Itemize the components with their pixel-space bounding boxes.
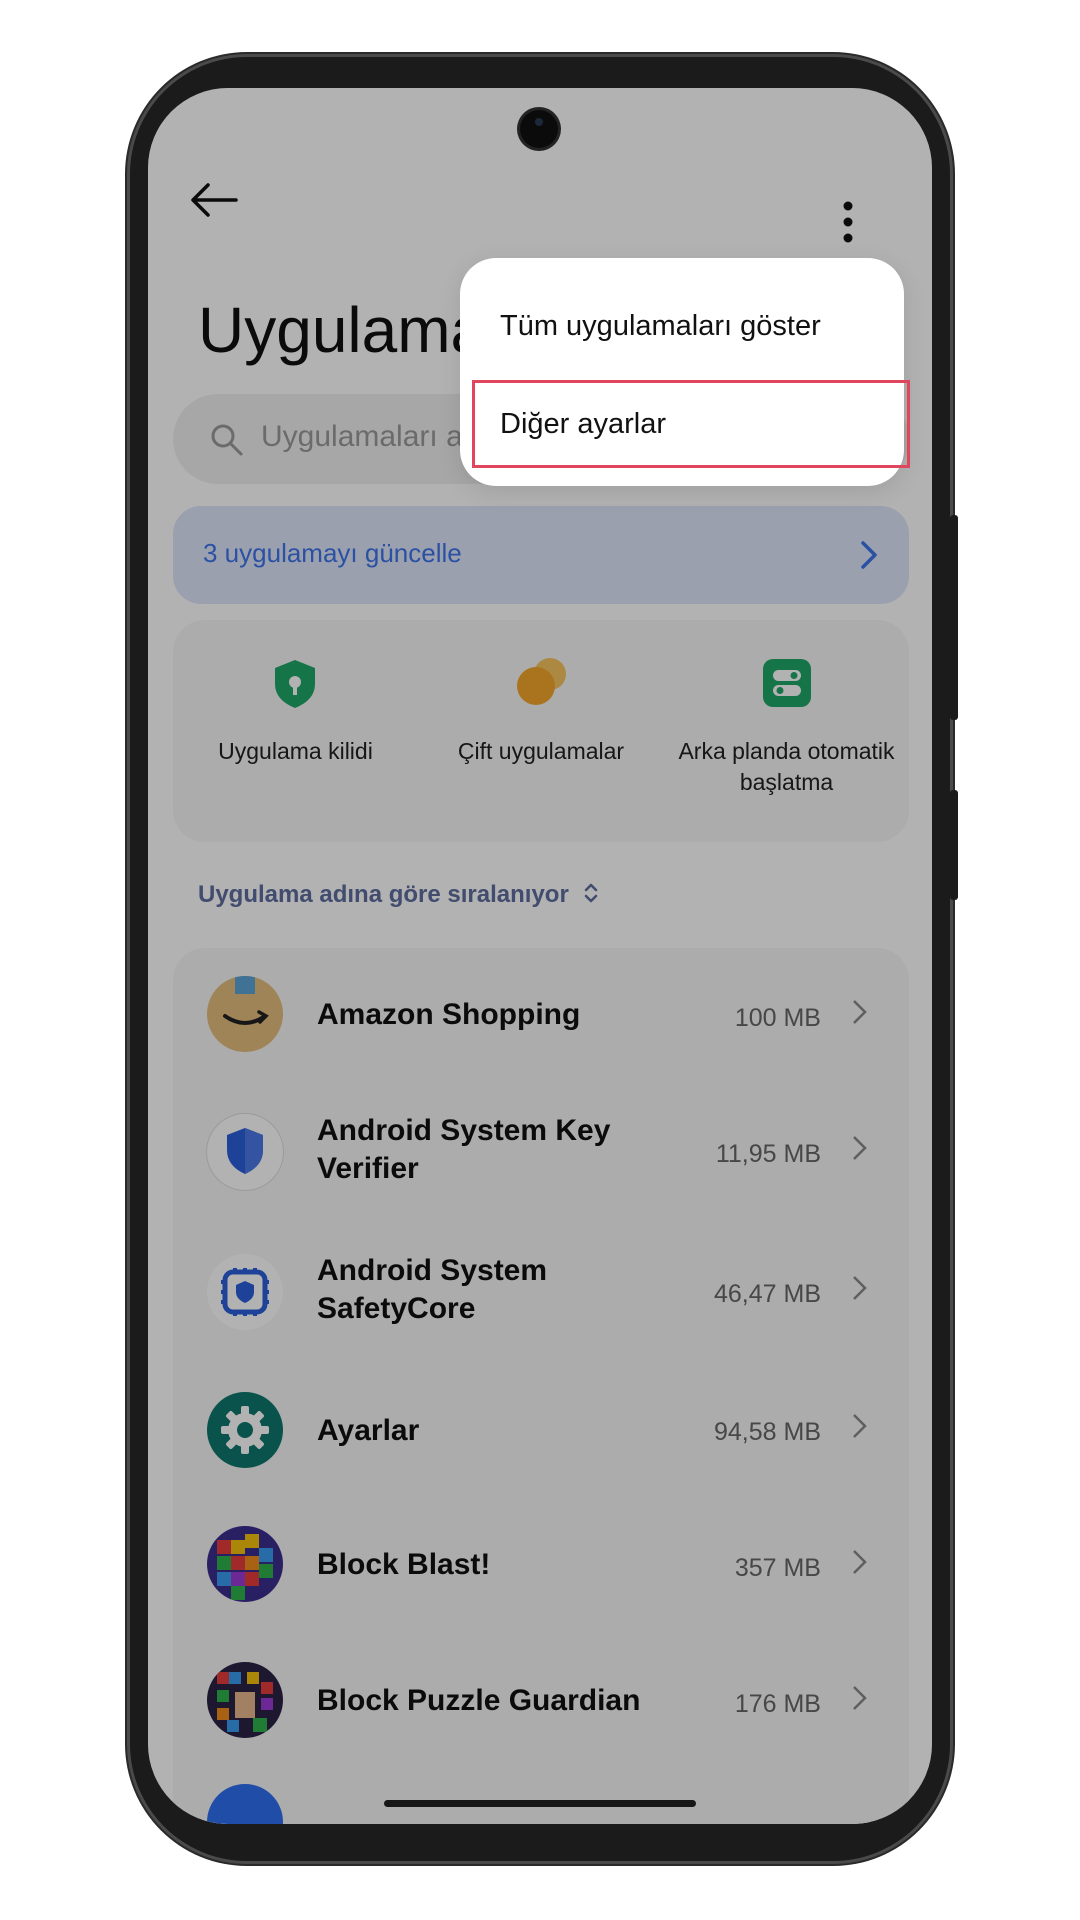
screen: 2:10 ʷᵉ ••• 72 Uygulamalar Uygulamaları …: [148, 88, 932, 1824]
power-button: [950, 790, 958, 900]
menu-item-show-all-apps[interactable]: Tüm uygulamaları göster: [500, 310, 821, 343]
highlight-box: [472, 380, 910, 468]
volume-button: [950, 515, 958, 720]
